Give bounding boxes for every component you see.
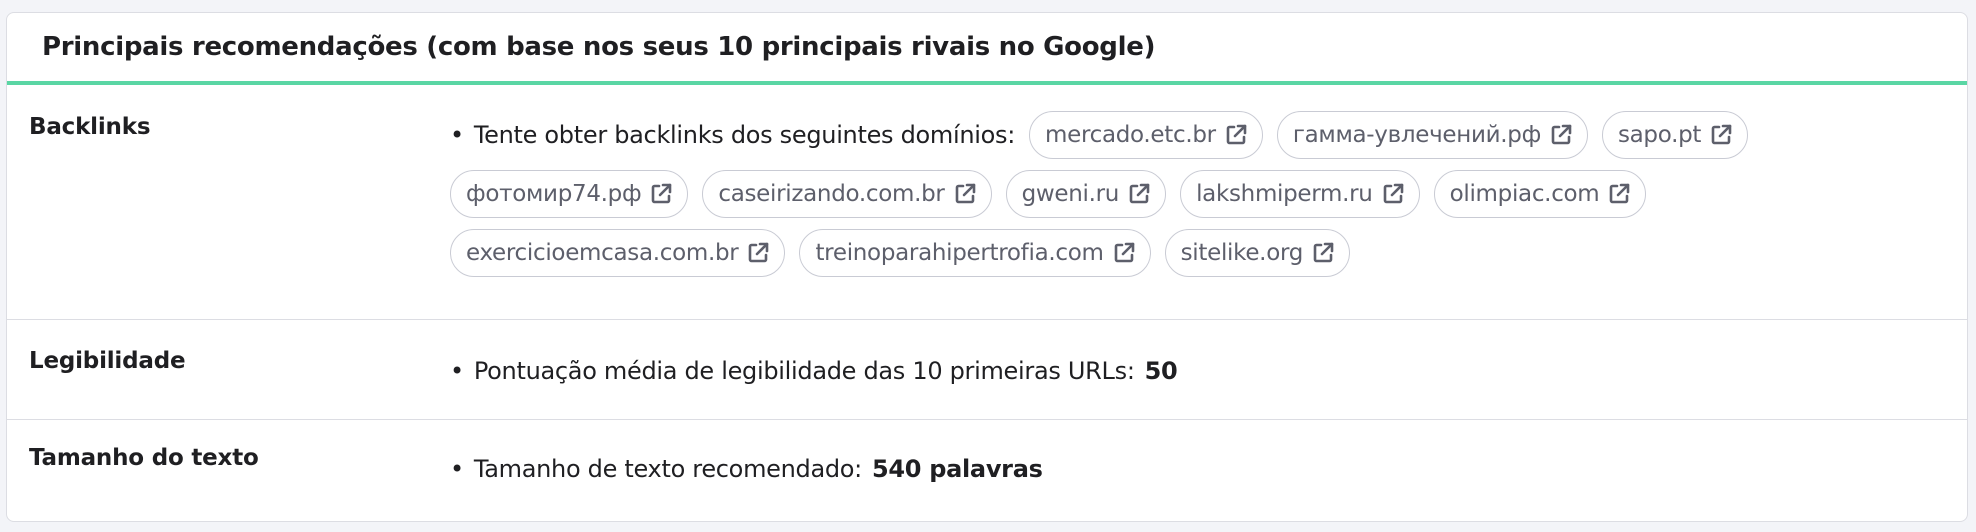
card-title: Principais recomendações (com base nos s… [42,32,1156,62]
readability-text: Pontuação média de legibilidade das 10 p… [473,357,1135,385]
domain-chip-label: lakshmiperm.ru [1196,181,1373,207]
backlinks-row: Backlinks • Tente obter backlinks dos se… [7,85,1967,320]
text-size-row: Tamanho do texto • Tamanho de texto reco… [7,420,1967,519]
external-link-icon [1607,182,1631,206]
external-link-icon [1127,182,1151,206]
bullet: • [450,121,464,149]
domain-chip[interactable]: гамма-увлечений.рф [1276,111,1588,159]
domain-chip-label: sitelike.org [1180,240,1304,266]
text-size-text: Tamanho de texto recomendado: [473,455,862,483]
domain-chip-label: гамма-увлечений.рф [1292,122,1541,148]
domain-chip[interactable]: exercicioemcasa.com.br [450,229,786,277]
external-link-icon [1112,241,1136,265]
external-link-icon [953,182,977,206]
domain-chip-label: olimpiac.com [1449,181,1600,207]
bullet: • [450,455,464,483]
external-link-icon [1549,123,1573,147]
domain-chip[interactable]: sitelike.org [1164,229,1351,277]
domain-chip[interactable]: lakshmiperm.ru [1180,170,1420,218]
recommendations-card: Principais recomendações (com base nos s… [6,12,1968,522]
readability-score: 50 [1144,357,1178,385]
domain-chip-label: mercado.etc.br [1045,122,1216,148]
external-link-icon [1224,123,1248,147]
external-link-icon [649,182,673,206]
domain-chip-label: exercicioemcasa.com.br [466,240,739,266]
domain-chip[interactable]: caseirizando.com.br [702,170,992,218]
external-link-icon [1311,241,1335,265]
domain-chip[interactable]: treinoparahipertrofia.com [799,229,1151,277]
external-link-icon [746,241,770,265]
domain-chip[interactable]: фотомир74.рф [450,170,689,218]
external-link-icon [1709,123,1733,147]
readability-label: Legibilidade [29,348,186,374]
text-size-value: 540 palavras [871,455,1043,483]
text-size-label: Tamanho do texto [29,445,259,471]
domain-chip-label: фотомир74.рф [466,181,642,207]
domain-chip[interactable]: mercado.etc.br [1029,111,1263,159]
backlinks-label: Backlinks [29,114,151,140]
backlinks-content: • Tente obter backlinks dos seguintes do… [450,85,1967,319]
domain-chip[interactable]: gweni.ru [1005,170,1167,218]
backlinks-text: Tente obter backlinks dos seguintes domí… [473,121,1015,149]
text-size-content: • Tamanho de texto recomendado: 540 pala… [450,420,1967,519]
domain-chip-label: caseirizando.com.br [718,181,945,207]
readability-row: Legibilidade • Pontuação média de legibi… [7,320,1967,420]
bullet: • [450,357,464,385]
external-link-icon [1381,182,1405,206]
domain-chip-list: • Tente obter backlinks dos seguintes do… [450,111,1810,277]
readability-content: • Pontuação média de legibilidade das 10… [450,320,1967,419]
backlinks-intro: • Tente obter backlinks dos seguintes do… [450,121,1015,149]
domain-chip[interactable]: sapo.pt [1601,111,1749,159]
domain-chip[interactable]: olimpiac.com [1433,170,1647,218]
domain-chip-label: sapo.pt [1617,122,1702,148]
domain-chip-label: treinoparahipertrofia.com [815,240,1104,266]
domain-chip-label: gweni.ru [1021,181,1120,207]
card-header: Principais recomendações (com base nos s… [7,13,1967,85]
